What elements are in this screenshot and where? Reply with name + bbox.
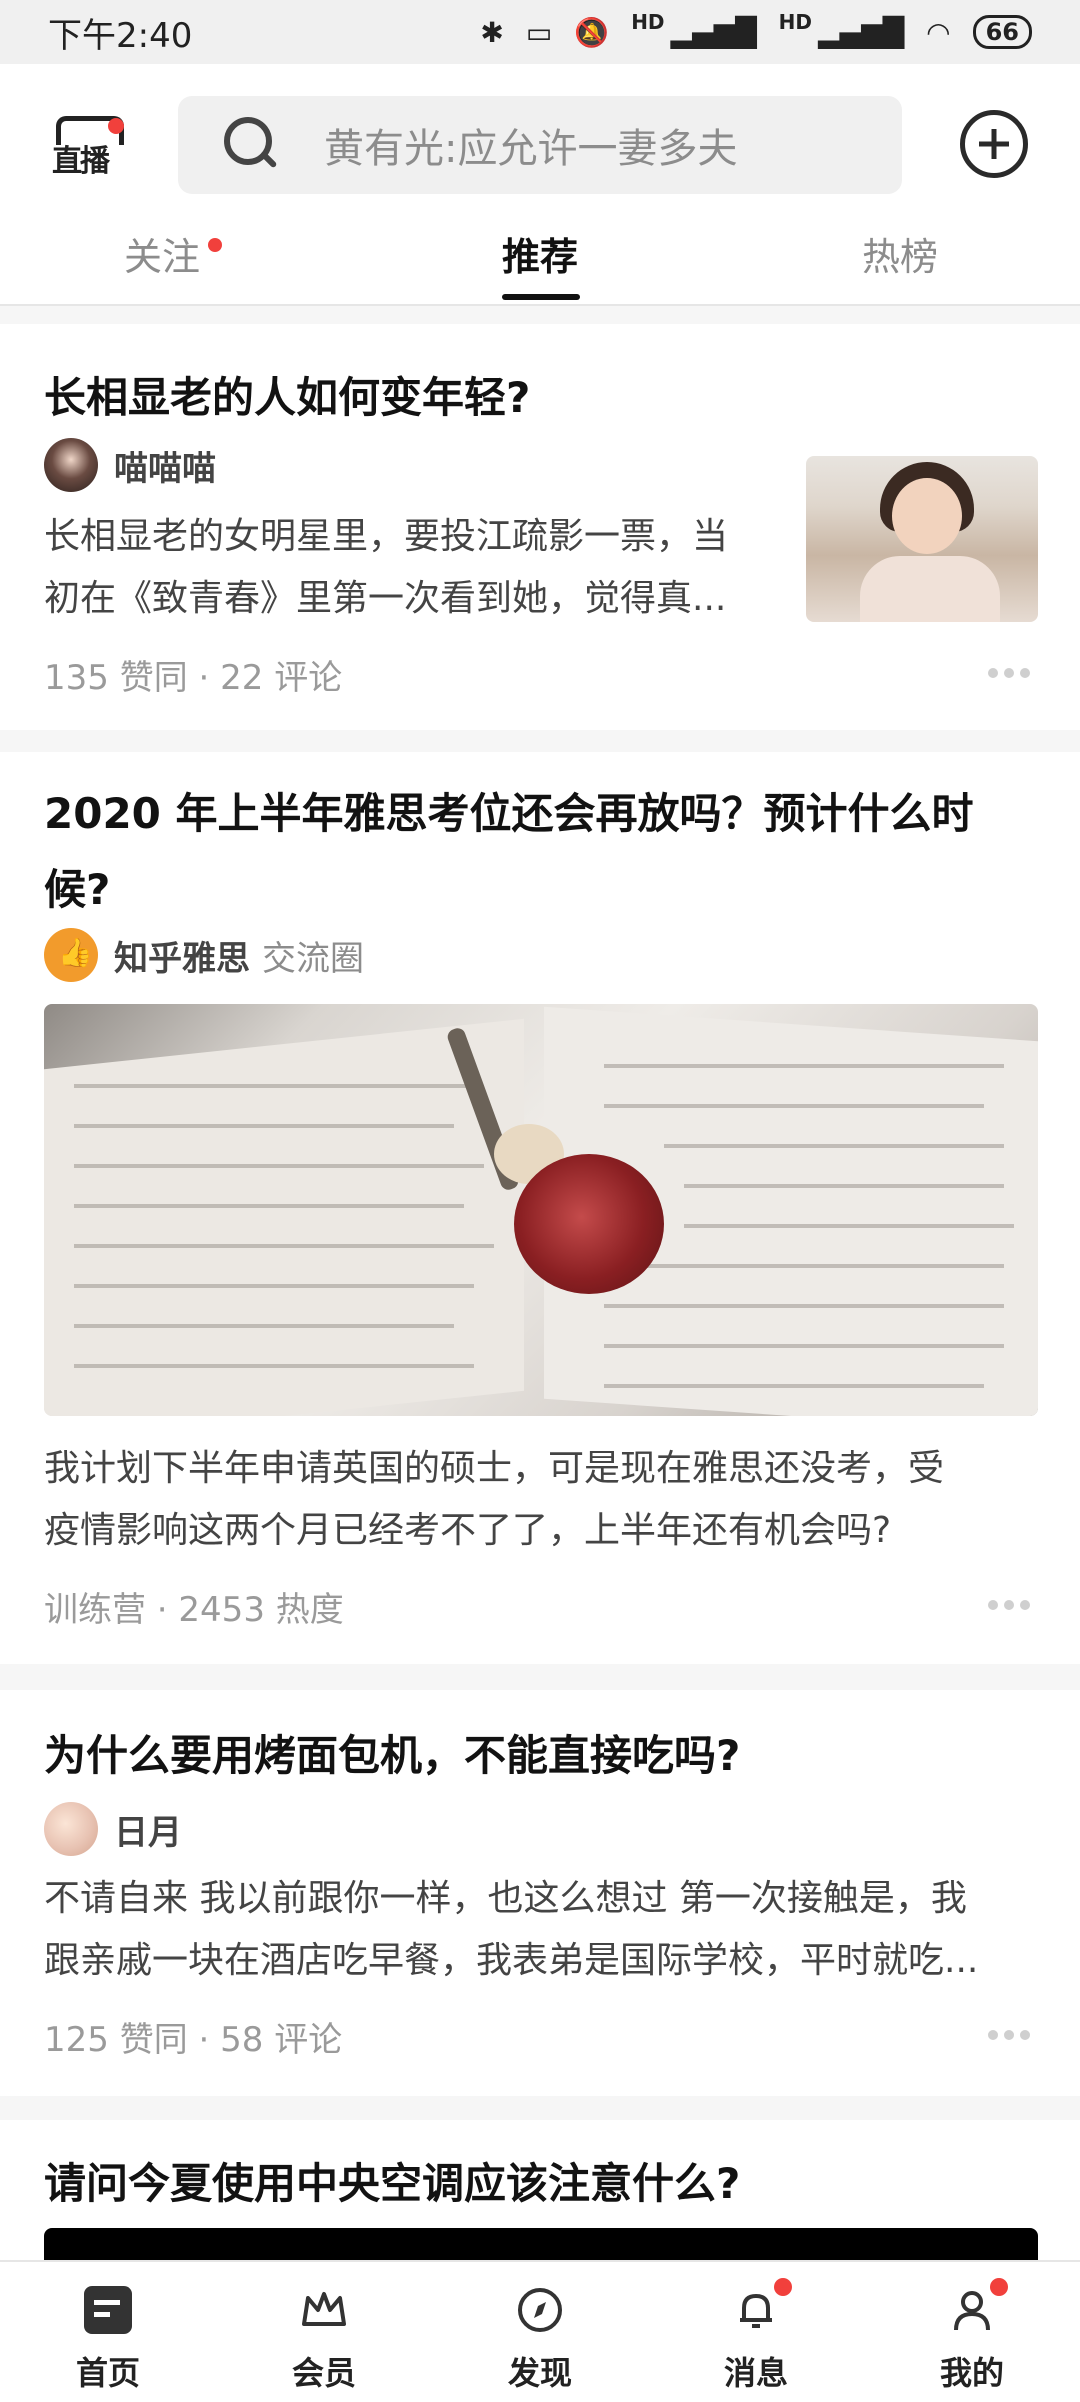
nav-membership-label: 会员 [291,2354,356,2392]
card-meta: 135 赞同 · 22 评论 [44,658,343,698]
more-options-icon[interactable] [988,668,1030,678]
status-icons: ✱ ▭ 🔕 HD ▂▄▆█ HD ▂▄▆█ ◠ 66 [480,10,1032,49]
feed-tabs: 关注 推荐 热榜 [0,214,1080,304]
more-options-icon[interactable] [988,2030,1030,2040]
bell-icon [732,2286,780,2334]
search-placeholder: 黄有光:应允许一妻多夫 [324,126,738,172]
add-button[interactable] [960,110,1028,178]
avatar [44,1802,98,1856]
avatar [44,438,98,492]
header: 直播 黄有光:应允许一妻多夫 关注 推荐 热榜 [0,64,1080,306]
card-title[interactable]: 长相显老的人如何变年轻? [44,360,530,436]
avatar: 👍 [44,928,98,982]
bluetooth-icon: ✱ [480,15,504,49]
vibrate-icon: ▭ [525,15,553,49]
search-icon [224,117,280,173]
home-icon [84,2286,132,2334]
nav-discover[interactable]: 发现 [432,2262,648,2402]
signal-icon-2: ▂▄▆█ [818,15,905,49]
nav-profile[interactable]: 我的 [864,2262,1080,2402]
author[interactable]: 日月 [44,1802,182,1856]
compass-icon [516,2286,564,2334]
author-name: 知乎雅思 [114,938,250,979]
card-title[interactable]: 为什么要用烤面包机，不能直接吃吗? [44,1718,740,1794]
tab-hot-label: 热榜 [862,235,939,279]
profile-badge [990,2278,1008,2296]
status-bar: 下午2:40 ✱ ▭ 🔕 HD ▂▄▆█ HD ▂▄▆█ ◠ 66 [0,0,1080,64]
card-title[interactable]: 2020 年上半年雅思考位还会再放吗？预计什么时 候? [44,776,974,928]
card-excerpt[interactable]: 长相显老的女明星里，要投江疏影一票，当 初在《致青春》里第一次看到她，觉得真..… [44,506,728,630]
tab-recommend-label: 推荐 [502,235,579,279]
author[interactable]: 喵喵喵 [44,438,216,492]
feed-card[interactable]: 2020 年上半年雅思考位还会再放吗？预计什么时 候? 👍 知乎雅思 交流圈 我… [0,752,1080,1664]
nav-membership[interactable]: 会员 [216,2262,432,2402]
live-label: 直播 [52,144,110,179]
thumbs-up-icon: 👍 [58,936,93,969]
tab-recommend[interactable]: 推荐 [502,226,580,300]
bottom-navigation: 首页 会员 发现 消息 我的 [0,2260,1080,2402]
excerpt-line: 疫情影响这两个月已经考不了了，上半年还有机会吗? [44,1510,892,1551]
nav-profile-label: 我的 [939,2354,1004,2392]
author-tag: 交流圈 [262,938,364,979]
excerpt-line: 跟亲戚一块在酒店吃早餐，我表弟是国际学校，平时就吃... [44,1940,979,1981]
signal-icon-1: ▂▄▆█ [670,15,757,49]
feed-card[interactable]: 请问今夏使用中央空调应该注意什么? [0,2120,1080,2268]
live-button[interactable]: 直播 [52,106,124,179]
live-notification-dot [108,118,124,134]
excerpt-line: 我计划下半年申请英国的硕士，可是现在雅思还没考，受 [44,1448,945,1489]
nav-discover-label: 发现 [507,2354,572,2392]
tab-follow-dot [208,238,223,252]
crown-icon [300,2286,348,2334]
nav-messages-label: 消息 [723,2354,788,2392]
active-tab-indicator [502,294,580,300]
messages-badge [774,2278,792,2296]
card-title[interactable]: 请问今夏使用中央空调应该注意什么? [44,2146,740,2222]
excerpt-line: 长相显老的女明星里，要投江疏影一票，当 [44,516,729,557]
more-options-icon[interactable] [988,1600,1030,1610]
nav-home[interactable]: 首页 [0,2262,216,2402]
author-name: 日月 [114,1812,182,1853]
excerpt-line: 初在《致青春》里第一次看到她，觉得真... [44,578,727,619]
signal-label-1: HD [631,10,665,34]
battery-indicator: 66 [972,15,1032,49]
card-meta: 训练营 · 2453 热度 [44,1590,344,1630]
title-line: 候? [44,865,111,914]
tab-hot[interactable]: 热榜 [862,226,938,281]
card-thumbnail[interactable] [806,456,1038,622]
feed-card[interactable]: 长相显老的人如何变年轻? 喵喵喵 长相显老的女明星里，要投江疏影一票，当 初在《… [0,324,1080,730]
feed-card[interactable]: 为什么要用烤面包机，不能直接吃吗? 日月 不请自来 我以前跟你一样，也这么想过 … [0,1690,1080,2096]
mute-icon: 🔕 [574,15,610,49]
card-meta: 125 赞同 · 58 评论 [44,2020,343,2060]
card-excerpt[interactable]: 不请自来 我以前跟你一样，也这么想过 第一次接触是，我 跟亲戚一块在酒店吃早餐，… [44,1868,978,1992]
author-name: 喵喵喵 [114,448,216,489]
title-line: 2020 年上半年雅思考位还会再放吗？预计什么时 [44,789,974,838]
tab-follow-label: 关注 [124,235,201,279]
search-input[interactable]: 黄有光:应允许一妻多夫 [178,96,902,194]
wifi-icon: ◠ [926,15,951,49]
nav-messages[interactable]: 消息 [648,2262,864,2402]
excerpt-line: 不请自来 我以前跟你一样，也这么想过 第一次接触是，我 [44,1878,967,1919]
person-icon [948,2286,996,2334]
card-excerpt[interactable]: 我计划下半年申请英国的硕士，可是现在雅思还没考，受 疫情影响这两个月已经考不了了… [44,1438,944,1562]
tab-follow[interactable]: 关注 [124,226,223,281]
author[interactable]: 👍 知乎雅思 交流圈 [44,928,364,982]
card-image[interactable] [44,1004,1038,1416]
nav-home-label: 首页 [75,2354,140,2392]
signal-label-2: HD [778,10,813,34]
status-time: 下午2:40 [48,15,193,56]
